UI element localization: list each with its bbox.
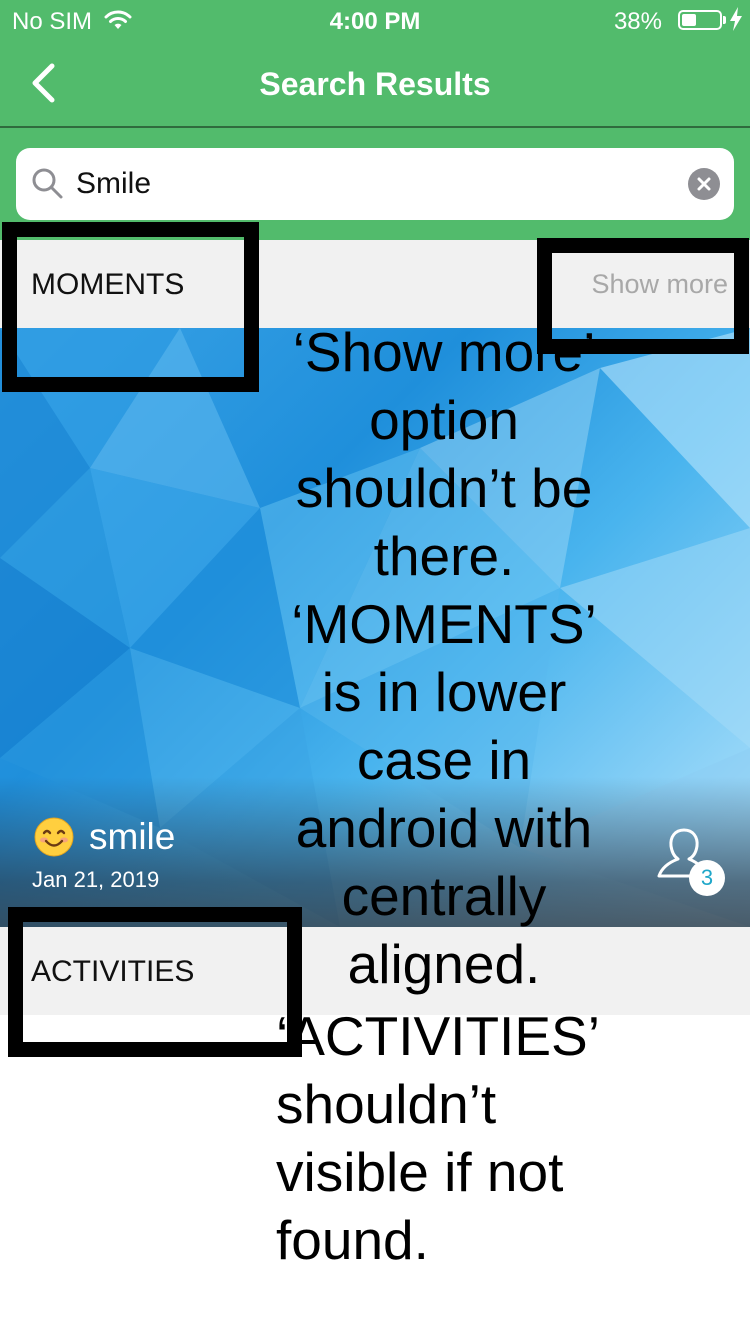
charging-bolt-icon [730, 7, 742, 37]
battery-fill [682, 14, 696, 26]
search-input[interactable] [76, 162, 676, 206]
clear-icon [697, 177, 711, 191]
moment-name: smile [89, 816, 176, 857]
moment-date: Jan 21, 2019 [32, 867, 160, 892]
search-bar[interactable] [16, 148, 734, 220]
annotation-note-2: ‘ACTIVITIES’ shouldn’t visible if not fo… [276, 1005, 598, 1271]
highlight-box-moments [2, 222, 259, 392]
navigation-bar: Search Results [0, 40, 750, 128]
battery-nub [723, 16, 726, 24]
participants-count-badge: 3 [689, 860, 725, 896]
page-title: Search Results [259, 66, 491, 102]
search-icon [32, 168, 63, 199]
battery-icon [678, 10, 726, 30]
highlight-box-activities [8, 907, 302, 1057]
battery-percent: 38% [613, 8, 662, 35]
clear-search-button[interactable] [688, 168, 720, 200]
smiling-face-emoji-icon [34, 817, 74, 857]
status-bar: No SIM 4:00 PM 38% [0, 0, 750, 40]
search-results-screen: No SIM 4:00 PM 38% Search Results Smile … [0, 0, 750, 1334]
annotation-note-1: ‘Show more’ option shouldn’t be there. ‘… [291, 321, 597, 995]
